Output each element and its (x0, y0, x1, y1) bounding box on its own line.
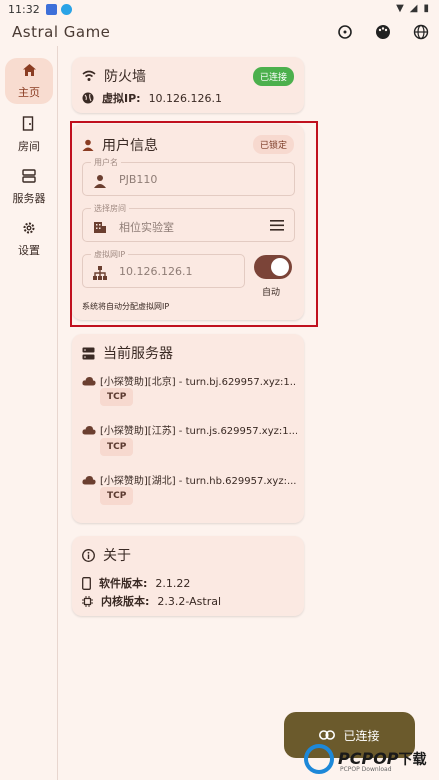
firewall-title: 防火墙 (104, 69, 146, 85)
rail-item-room[interactable]: 房间 (5, 112, 53, 158)
protocol-badge: TCP (100, 487, 134, 505)
sync-icon[interactable] (335, 22, 355, 42)
highlight-box (70, 121, 318, 327)
pcpop-logo-icon (304, 744, 334, 774)
battery-icon: ▮ (423, 3, 429, 14)
core-version-row: 内核版本: 2.3.2-Astral (82, 593, 221, 609)
software-version-label: 软件版本: (99, 577, 148, 590)
watermark-suffix: 下载 (398, 752, 427, 768)
phone-icon (82, 576, 91, 590)
firewall-header: 防火墙 (82, 66, 146, 86)
app-bar: Astral Game (0, 18, 439, 46)
server-item[interactable]: [小探赞助][江苏] - turn.js.629957.xyz:1... (82, 422, 297, 437)
about-header: 关于 (82, 545, 131, 565)
server-icon (22, 168, 36, 187)
server-icon (82, 347, 95, 360)
room-icon (22, 116, 36, 135)
language-globe-icon[interactable] (411, 22, 431, 42)
server-name: [小探赞助][江苏] - turn.js.629957.xyz:1... (100, 426, 297, 437)
watermark-subtext: PCPOP Download (340, 766, 392, 773)
servers-header: 当前服务器 (82, 343, 173, 363)
about-card: 关于 软件版本: 2.1.22 内核版本: 2.3.2-Astral (72, 536, 304, 616)
rail-label-room: 房间 (18, 140, 40, 153)
notification-icon (45, 3, 57, 15)
rail-item-home[interactable]: 主页 (5, 58, 53, 104)
connected-badge: 已连接 (252, 67, 294, 86)
palette-icon[interactable] (373, 22, 393, 42)
software-version-value: 2.1.22 (155, 576, 191, 590)
cloud-icon (82, 475, 96, 484)
chip-icon (82, 595, 93, 607)
wifi-status-icon: ▼ (396, 3, 404, 14)
virtual-ip-value: 10.126.126.1 (148, 91, 223, 105)
gear-icon (22, 221, 36, 239)
cloud-icon (82, 425, 96, 434)
about-title: 关于 (103, 548, 131, 564)
navigation-rail: 主页 房间 服务器 设置 (0, 46, 58, 780)
info-icon (82, 548, 95, 562)
status-bar: 11:32 ▼ ◢ ▮ (0, 0, 439, 18)
wifi-icon (82, 70, 96, 82)
server-item[interactable]: [小探赞助][北京] - turn.bj.629957.xyz:1... (82, 373, 297, 388)
rail-label-settings: 设置 (18, 243, 40, 257)
protocol-badge: TCP (100, 388, 134, 406)
rail-item-server[interactable]: 服务器 (5, 164, 53, 210)
firewall-card: 防火墙 已连接 虚拟IP: 10.126.126.1 (72, 57, 304, 113)
rail-item-settings[interactable]: 设置 (5, 216, 53, 262)
virtual-ip-row: 虚拟IP: 10.126.126.1 (82, 90, 222, 106)
servers-title: 当前服务器 (103, 346, 173, 362)
rail-label-server: 服务器 (12, 191, 46, 205)
cloud-icon (82, 376, 96, 385)
core-version-value: 2.3.2-Astral (157, 594, 222, 608)
app-title: Astral Game (12, 23, 111, 41)
home-icon (22, 63, 37, 81)
server-name: [小探赞助][北京] - turn.bj.629957.xyz:1... (100, 377, 297, 388)
server-name: [小探赞助][湖北] - turn.hb.629957.xyz:... (100, 476, 297, 487)
protocol-badge: TCP (100, 438, 134, 456)
server-item[interactable]: [小探赞助][湖北] - turn.hb.629957.xyz:... (82, 472, 297, 487)
status-time: 11:32 (8, 2, 40, 16)
virtual-ip-label: 虚拟IP: (102, 92, 141, 105)
servers-card: 当前服务器 [小探赞助][北京] - turn.bj.629957.xyz:1.… (72, 334, 304, 523)
core-version-label: 内核版本: (101, 595, 150, 608)
rail-label-home: 主页 (18, 85, 40, 99)
globe-icon (82, 92, 94, 104)
download-icon (60, 3, 72, 15)
signal-icon: ◢ (409, 3, 418, 14)
software-version-row: 软件版本: 2.1.22 (82, 575, 190, 591)
pcpop-watermark: PCPOP下载 PCPOP Download (304, 738, 439, 780)
